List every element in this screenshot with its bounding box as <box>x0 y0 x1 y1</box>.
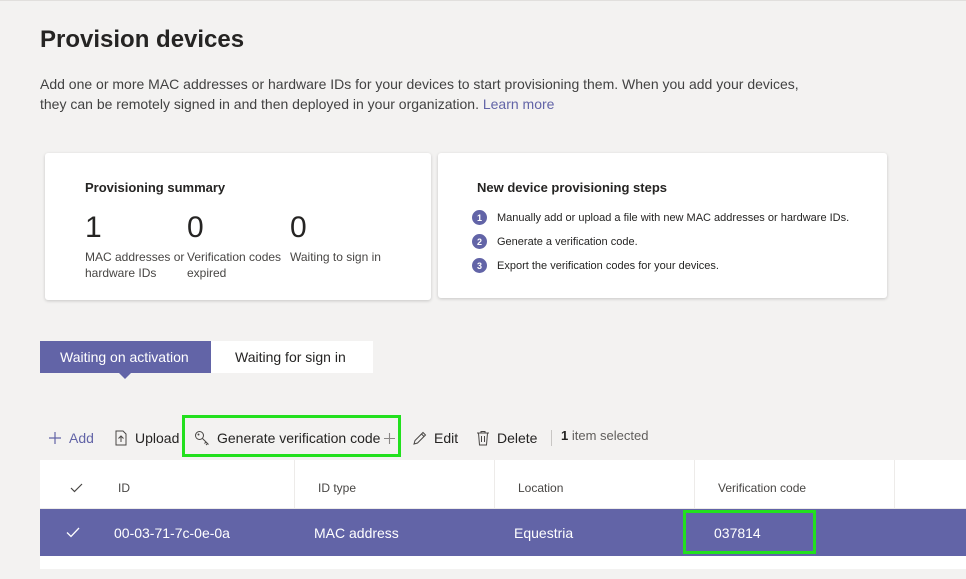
edit-label: Edit <box>434 430 459 446</box>
plus-icon <box>384 432 395 444</box>
stat-mac-addresses: 1 MAC addresses or hardware IDs <box>85 211 185 281</box>
stat-label: Verification codes expired <box>187 250 282 280</box>
table-header: ID ID type Location Verification code <box>40 460 966 509</box>
step-text: Manually add or upload a file with new M… <box>497 211 850 224</box>
devices-panel: Add Upload Generate verification code Ed… <box>40 412 966 569</box>
generate-verification-code-button[interactable]: Generate verification code <box>194 428 380 448</box>
cell-id: 00-03-71-7c-0e-0a <box>114 524 230 541</box>
pencil-icon <box>413 431 427 445</box>
learn-more-link[interactable]: Learn more <box>483 96 555 112</box>
column-header-id[interactable]: ID <box>118 460 130 509</box>
column-divider <box>294 460 295 509</box>
column-divider <box>894 460 895 509</box>
stat-label: Waiting to sign in <box>290 250 381 264</box>
column-header-verification-code[interactable]: Verification code <box>718 460 806 509</box>
upload-icon <box>115 430 127 446</box>
add-label: Add <box>69 430 94 446</box>
generate-label: Generate verification code <box>217 430 381 446</box>
step-number-badge: 3 <box>472 258 487 273</box>
key-icon <box>195 431 209 446</box>
tab-waiting-on-activation[interactable]: Waiting on activation <box>40 341 211 379</box>
more-add-button[interactable] <box>383 428 403 448</box>
cell-id-type: MAC address <box>314 524 399 541</box>
upload-label: Upload <box>135 430 180 446</box>
trash-icon <box>477 431 489 446</box>
step-item: 1 Manually add or upload a file with new… <box>472 210 849 225</box>
step-item: 3 Export the verification codes for your… <box>472 258 719 273</box>
step-number-badge: 2 <box>472 234 487 249</box>
selection-status: 1 item selected <box>561 428 648 444</box>
delete-button[interactable]: Delete <box>476 428 537 448</box>
column-header-id-type[interactable]: ID type <box>318 460 356 509</box>
tab-waiting-for-sign-in[interactable]: Waiting for sign in <box>211 341 373 373</box>
column-divider <box>494 460 495 509</box>
table-row[interactable]: 00-03-71-7c-0e-0a MAC address Equestria … <box>40 509 966 556</box>
delete-label: Delete <box>497 430 538 446</box>
step-text: Export the verification codes for your d… <box>497 259 719 272</box>
stat-label: MAC addresses or hardware IDs <box>85 250 185 280</box>
toolbar: Add Upload Generate verification code Ed… <box>40 412 966 460</box>
steps-title: New device provisioning steps <box>477 180 667 195</box>
checkmark-icon <box>70 483 83 492</box>
summary-title: Provisioning summary <box>85 180 226 195</box>
step-text: Generate a verification code. <box>497 235 638 248</box>
stat-waiting-sign-in: 0 Waiting to sign in <box>290 211 390 265</box>
stat-codes-expired: 0 Verification codes expired <box>187 211 287 281</box>
status-tabs: Waiting on activation Waiting for sign i… <box>40 341 373 379</box>
edit-button[interactable]: Edit <box>412 428 458 448</box>
provisioning-summary-card: Provisioning summary 1 MAC addresses or … <box>45 153 431 300</box>
selected-count: 1 <box>561 428 569 443</box>
add-button[interactable]: Add <box>48 428 94 448</box>
upload-button[interactable]: Upload <box>114 428 179 448</box>
description-text: Add one or more MAC addresses or hardwar… <box>40 76 799 112</box>
step-item: 2 Generate a verification code. <box>472 234 638 249</box>
page-title: Provision devices <box>40 26 245 53</box>
page-description: Add one or more MAC addresses or hardwar… <box>40 74 820 114</box>
stat-value: 0 <box>187 211 204 244</box>
stat-value: 0 <box>290 211 307 244</box>
column-header-location[interactable]: Location <box>518 460 563 509</box>
row-checkbox[interactable] <box>66 509 80 556</box>
step-number-badge: 1 <box>472 210 487 225</box>
provisioning-steps-card: New device provisioning steps 1 Manually… <box>438 153 887 298</box>
toolbar-divider <box>551 430 552 446</box>
select-all-checkbox[interactable] <box>70 460 83 509</box>
checkmark-icon <box>66 527 80 538</box>
cell-location: Equestria <box>514 524 574 541</box>
top-divider <box>0 0 966 1</box>
plus-icon <box>49 432 61 444</box>
stat-value: 1 <box>85 211 102 244</box>
selected-text: item selected <box>571 428 649 443</box>
column-divider <box>694 460 695 509</box>
cell-verification-code: 037814 <box>714 524 761 541</box>
